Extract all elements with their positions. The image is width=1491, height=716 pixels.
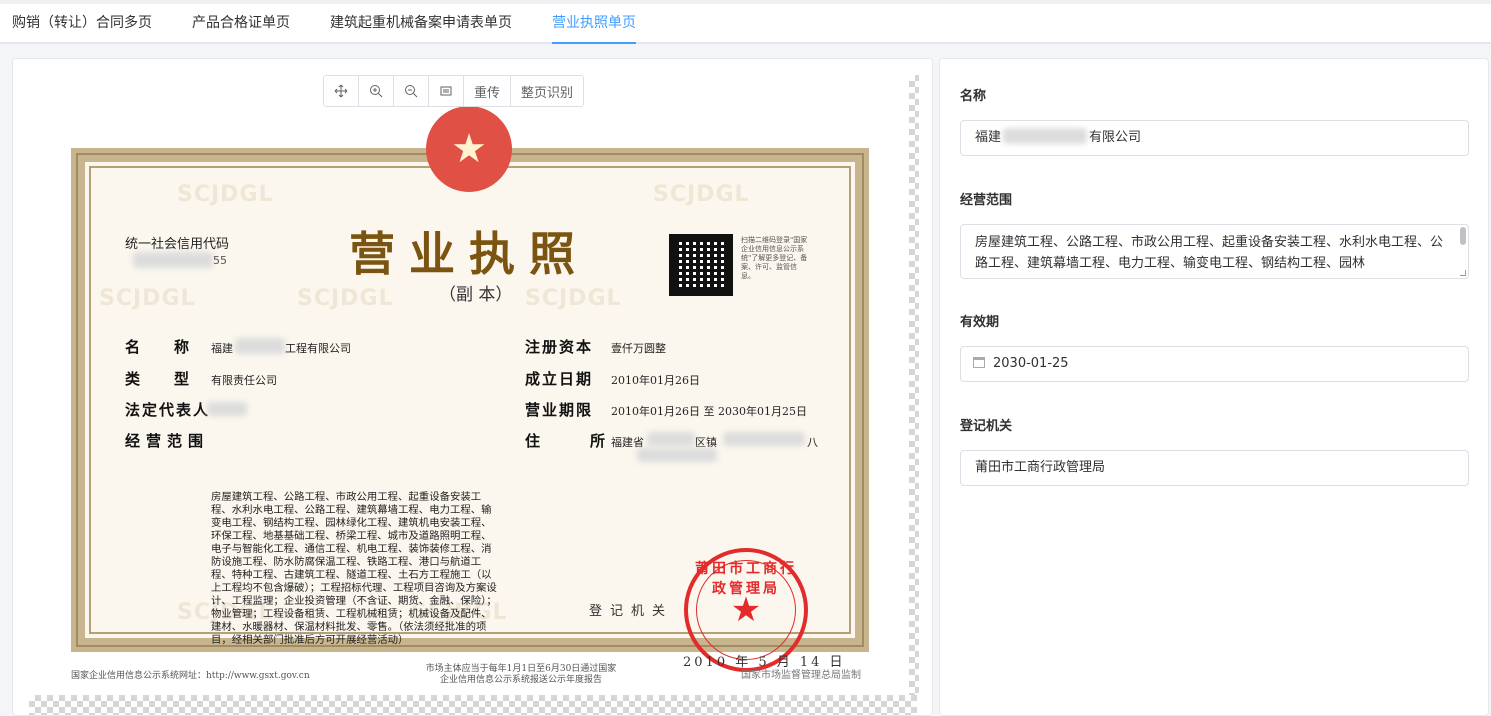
textarea-resize-handle[interactable] <box>1460 270 1466 276</box>
tab-product-certificate[interactable]: 产品合格证单页 <box>192 4 290 44</box>
redacted-legal-rep <box>207 402 247 416</box>
name-field-suffix: 有限公司 <box>1089 130 1142 145</box>
tab-business-license[interactable]: 营业执照单页 <box>552 4 636 44</box>
validity-field-label: 有效期 <box>960 315 1000 330</box>
extraction-form: 名称 福建 有限公司 经营范围 房屋建筑工程、公路工程、市政公用工程、起重设备安装… <box>939 58 1489 716</box>
name-field-label: 名称 <box>960 89 987 104</box>
document-viewer: 重传 整页识别 SCJDGL SCJDGL SCJDGL SCJDGL SCJD… <box>12 58 933 716</box>
canvas-background-right <box>909 75 919 695</box>
business-license-image: SCJDGL SCJDGL SCJDGL SCJDGL SCJDGL SCJDG… <box>71 106 869 685</box>
license-title: 营业执照 <box>349 227 589 281</box>
license-name-prefix: 福建 <box>211 342 233 355</box>
watermark: SCJDGL <box>653 182 750 207</box>
watermark: SCJDGL <box>525 286 622 311</box>
authority-field[interactable]: 莆田市工商行政管理局 <box>960 450 1469 486</box>
viewer-toolbar: 重传 整页识别 <box>323 75 585 107</box>
reupload-button[interactable]: 重传 <box>464 76 512 106</box>
calendar-icon <box>973 357 985 368</box>
name-field[interactable]: 福建 有限公司 <box>960 120 1469 156</box>
validity-value: 2030-01-25 <box>993 356 1069 371</box>
move-icon[interactable] <box>324 76 359 106</box>
authority-field-label: 登记机关 <box>960 419 1013 434</box>
capital-value: 壹仟万圆整 <box>611 342 666 355</box>
tab-purchase-contract[interactable]: 购销（转让）合同多页 <box>12 4 152 44</box>
qr-note: 扫描二维码登录"国家企业信用信息公示系统"了解更多登记、备案、许可、监管信息。 <box>741 236 808 280</box>
license-type-label: 类型 <box>125 370 224 388</box>
national-emblem-icon: ★ <box>426 106 512 192</box>
registration-authority-label: 登记机关 <box>589 604 674 619</box>
license-name-suffix: 工程有限公司 <box>285 342 351 355</box>
credit-code-label: 统一社会信用代码 <box>125 237 230 252</box>
redacted-address <box>637 448 717 462</box>
business-scope-label: 经营范围 <box>125 432 210 450</box>
scope-field-label: 经营范围 <box>960 193 1013 208</box>
name-field-prefix: 福建 <box>975 130 1002 145</box>
established-value: 2010年01月26日 <box>611 374 700 387</box>
zoom-out-icon[interactable] <box>394 76 429 106</box>
watermark: SCJDGL <box>99 286 196 311</box>
address-suffix: 八 <box>807 436 818 449</box>
full-page-ocr-button[interactable]: 整页识别 <box>511 76 583 106</box>
scope-textarea[interactable]: 房屋建筑工程、公路工程、市政公用工程、起重设备安装工程、水利水电工程、公路工程、… <box>960 224 1469 279</box>
tab-crane-registration[interactable]: 建筑起重机械备案申请表单页 <box>330 4 512 44</box>
redacted-company-name <box>1003 128 1088 144</box>
term-label: 营业期限 <box>525 401 594 419</box>
license-footer-right: 国家市场监督管理总局监制 <box>741 670 861 681</box>
canvas-background-bottom <box>29 695 917 715</box>
qr-code-icon <box>669 234 733 296</box>
license-subtitle: （副 本） <box>439 285 513 305</box>
validity-date-picker[interactable]: 2030-01-25 <box>960 346 1469 382</box>
tab-bar: 购销（转让）合同多页 产品合格证单页 建筑起重机械备案申请表单页 营业执照单页 <box>0 4 1491 44</box>
license-footer-left: 国家企业信用信息公示系统网址：http://www.gsxt.gov.cn <box>71 671 310 681</box>
authority-value: 莆田市工商行政管理局 <box>975 460 1106 475</box>
textarea-scrollbar[interactable] <box>1460 227 1466 245</box>
credit-code-value: 55 <box>213 254 227 267</box>
term-value: 2010年01月26日 至 2030年01月25日 <box>611 405 807 418</box>
redacted-address <box>723 432 805 446</box>
redacted-name <box>235 338 285 354</box>
established-label: 成立日期 <box>525 370 594 388</box>
zoom-in-icon[interactable] <box>359 76 394 106</box>
watermark: SCJDGL <box>297 286 394 311</box>
scope-textarea-value: 房屋建筑工程、公路工程、市政公用工程、起重设备安装工程、水利水电工程、公路工程、… <box>975 235 1444 271</box>
legal-rep-label: 法定代表人 <box>125 401 211 419</box>
redacted-address <box>647 432 695 446</box>
business-scope-value: 房屋建筑工程、公路工程、市政公用工程、起重设备安装工程、水利水电工程、公路工程、… <box>211 491 497 646</box>
redacted-credit-code <box>133 252 213 268</box>
license-type-value: 有限责任公司 <box>211 374 277 387</box>
license-name-label: 名称 <box>125 338 224 356</box>
license-footer-center: 市场主体应当于每年1月1日至6月30日通过国家企业信用信息公示系统报送公示年度报… <box>425 664 617 685</box>
seal-text: 莆田市工商行政管理局 <box>695 561 797 597</box>
capital-label: 注册资本 <box>525 338 594 356</box>
fit-screen-icon[interactable] <box>429 76 464 106</box>
watermark: SCJDGL <box>177 182 274 207</box>
